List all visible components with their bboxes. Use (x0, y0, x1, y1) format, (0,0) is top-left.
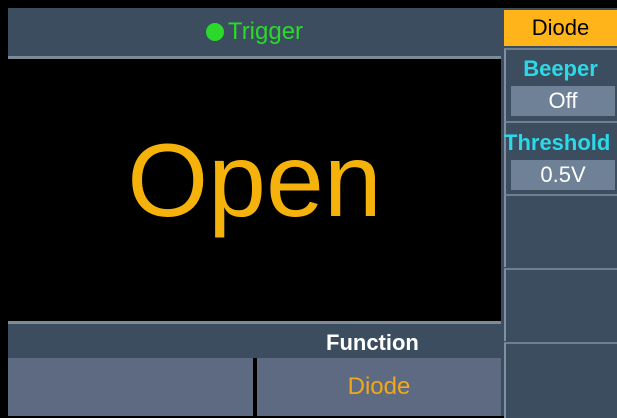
softkey-empty-1[interactable] (504, 194, 617, 267)
beeper-label: Beeper (523, 56, 598, 81)
trigger-indicator: Trigger (8, 8, 501, 56)
function-label: Function (326, 330, 419, 355)
softkey-empty-2[interactable] (504, 268, 617, 341)
function-bar (8, 324, 501, 358)
measurement-display: Open (8, 59, 501, 321)
trigger-status-dot-icon (205, 23, 224, 41)
mode-tab-diode[interactable]: Diode (504, 10, 617, 46)
softkey-empty-3[interactable] (504, 342, 617, 418)
trigger-label: Trigger (227, 18, 304, 45)
measurement-reading: Open (127, 123, 382, 239)
beeper-value[interactable]: Off (511, 86, 615, 116)
function-option-blank[interactable] (8, 358, 253, 416)
function-option-diode[interactable]: Diode (257, 358, 501, 416)
status-bar: Trigger (8, 8, 501, 56)
threshold-value[interactable]: 0.5V (511, 160, 615, 190)
threshold-label: Threshold (504, 130, 611, 155)
